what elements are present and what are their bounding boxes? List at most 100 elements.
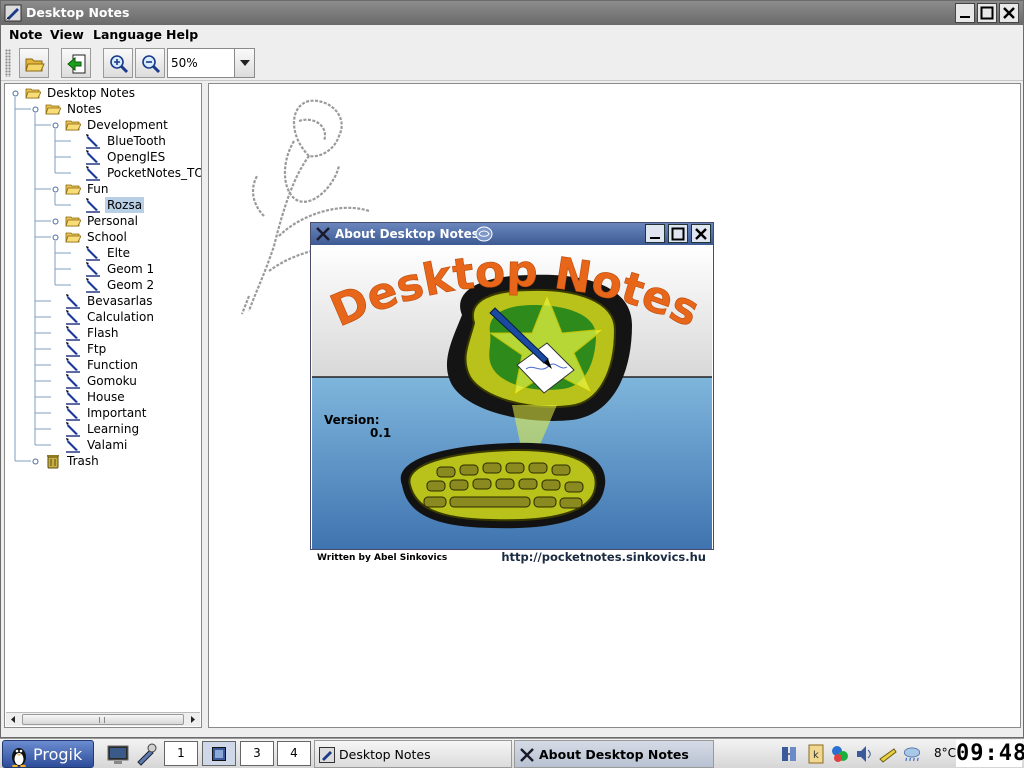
about-splash: Desktop Notes Version: 0.1 Written by Ab… — [312, 245, 712, 564]
note-pen-icon — [66, 390, 80, 405]
note-pen-icon — [86, 262, 100, 277]
keyboard-layout-icon[interactable]: k — [806, 743, 826, 765]
scrollbar-thumb[interactable] — [22, 714, 184, 725]
taskbar: Progik 1 3 4 Desktop Notes About Desktop… — [0, 738, 1024, 768]
expand-handle[interactable] — [52, 234, 59, 241]
note-pen-icon — [66, 342, 80, 357]
start-menu-button[interactable]: Progik — [2, 740, 94, 768]
note-pen-icon — [66, 326, 80, 341]
window-thumbnail-icon — [212, 747, 226, 761]
note-pen-icon — [66, 374, 80, 389]
zoom-select[interactable]: 50% — [167, 48, 255, 78]
desktop-3-button[interactable]: 3 — [240, 741, 274, 766]
author-credit: Written by Abel Sinkovics — [317, 553, 448, 563]
about-title-bar[interactable]: About Desktop Notes — [311, 223, 713, 245]
menu-help[interactable]: Help — [166, 27, 198, 42]
zoom-out-button[interactable] — [135, 48, 165, 78]
tools-icon[interactable] — [134, 742, 158, 766]
menu-language[interactable]: Language — [93, 27, 162, 42]
note-pen-icon — [66, 438, 80, 453]
maximize-icon — [980, 6, 994, 20]
desktop-1-button[interactable]: 1 — [164, 741, 198, 766]
notes-tree[interactable]: Desktop Notes Notes Development BlueToot… — [4, 83, 202, 728]
note-pen-icon — [86, 166, 100, 181]
close-button[interactable] — [999, 3, 1019, 23]
close-icon — [1003, 7, 1015, 19]
weather-icon[interactable] — [902, 743, 922, 765]
zoom-in-button[interactable] — [103, 48, 133, 78]
task-label: About Desktop Notes — [539, 747, 689, 762]
maximize-icon — [671, 227, 685, 241]
about-maximize-button[interactable] — [668, 224, 688, 243]
notes-tray-icon[interactable] — [878, 743, 898, 765]
close-icon — [695, 228, 707, 240]
about-dialog: About Desktop Notes Desktop Notes Versio… — [310, 222, 714, 564]
zoom-in-icon — [110, 55, 129, 74]
trash-icon — [47, 455, 59, 469]
folder-open-icon — [65, 232, 81, 243]
note-pen-icon — [86, 150, 100, 165]
maximize-button[interactable] — [977, 3, 997, 23]
expand-handle[interactable] — [12, 90, 19, 97]
open-button[interactable] — [19, 48, 49, 78]
temperature-readout: 8°C — [934, 746, 957, 760]
desktop-2-button[interactable] — [202, 741, 236, 766]
folder-open-icon — [25, 58, 45, 72]
folder-open-icon — [65, 120, 81, 131]
folder-open-icon — [65, 216, 81, 227]
note-pen-icon — [66, 294, 80, 309]
note-pen-icon — [86, 134, 100, 149]
start-label: Progik — [33, 745, 83, 764]
app-pen-icon — [4, 4, 22, 22]
colorful-cube-icon[interactable] — [830, 743, 850, 765]
expand-handle[interactable] — [32, 106, 39, 113]
task-label: Desktop Notes — [339, 747, 431, 762]
scroll-right-icon[interactable] — [186, 713, 200, 726]
menu-bar: Note View Language Help — [1, 25, 1023, 45]
toolbar-grip[interactable] — [5, 49, 11, 77]
about-minimize-button[interactable] — [645, 224, 665, 243]
splash-artwork: Desktop Notes — [312, 245, 712, 549]
note-pen-icon — [66, 422, 80, 437]
terminal-icon[interactable] — [106, 742, 130, 766]
expand-handle[interactable] — [52, 122, 59, 129]
folder-open-icon — [25, 88, 41, 99]
zoom-dropdown-button[interactable] — [234, 49, 254, 77]
sticky-pin-icon[interactable] — [473, 225, 495, 243]
note-pen-icon — [66, 358, 80, 373]
task-desktop-notes[interactable]: Desktop Notes — [314, 740, 512, 768]
minimize-button[interactable] — [955, 3, 975, 23]
note-pen-icon — [86, 246, 100, 261]
expand-handle[interactable] — [32, 458, 39, 465]
x-logo-icon — [520, 748, 534, 762]
volume-icon[interactable] — [854, 743, 874, 765]
menu-note[interactable]: Note — [9, 27, 43, 42]
note-pen-icon — [66, 310, 80, 325]
task-about-desktop-notes[interactable]: About Desktop Notes — [514, 740, 714, 768]
window-title: Desktop Notes — [26, 5, 130, 20]
desktop-4-button[interactable]: 4 — [277, 741, 311, 766]
title-bar[interactable]: Desktop Notes — [1, 1, 1023, 25]
website-url: http://pocketnotes.sinkovics.hu — [501, 550, 706, 564]
exit-door-icon — [67, 54, 86, 74]
about-title: About Desktop Notes — [335, 227, 479, 241]
about-close-button[interactable] — [691, 224, 711, 243]
expand-handle[interactable] — [52, 218, 59, 225]
minimize-icon — [960, 16, 970, 18]
note-pen-icon — [86, 198, 100, 213]
note-pen-icon — [86, 278, 100, 293]
exit-button[interactable] — [61, 48, 91, 78]
zoom-out-icon — [142, 55, 161, 74]
svg-text:k: k — [813, 750, 819, 761]
note-pen-icon — [66, 406, 80, 421]
clock[interactable]: 09:48 — [956, 740, 1024, 767]
menu-view[interactable]: View — [50, 27, 84, 42]
toolbar: 50% — [1, 45, 1023, 81]
chevron-down-icon — [240, 60, 250, 66]
network-icon[interactable] — [780, 743, 800, 765]
x-logo-icon — [316, 227, 330, 241]
tree-horizontal-scrollbar[interactable] — [6, 712, 200, 726]
folder-open-icon — [45, 104, 61, 115]
scroll-left-icon[interactable] — [6, 713, 20, 726]
expand-handle[interactable] — [52, 186, 59, 193]
